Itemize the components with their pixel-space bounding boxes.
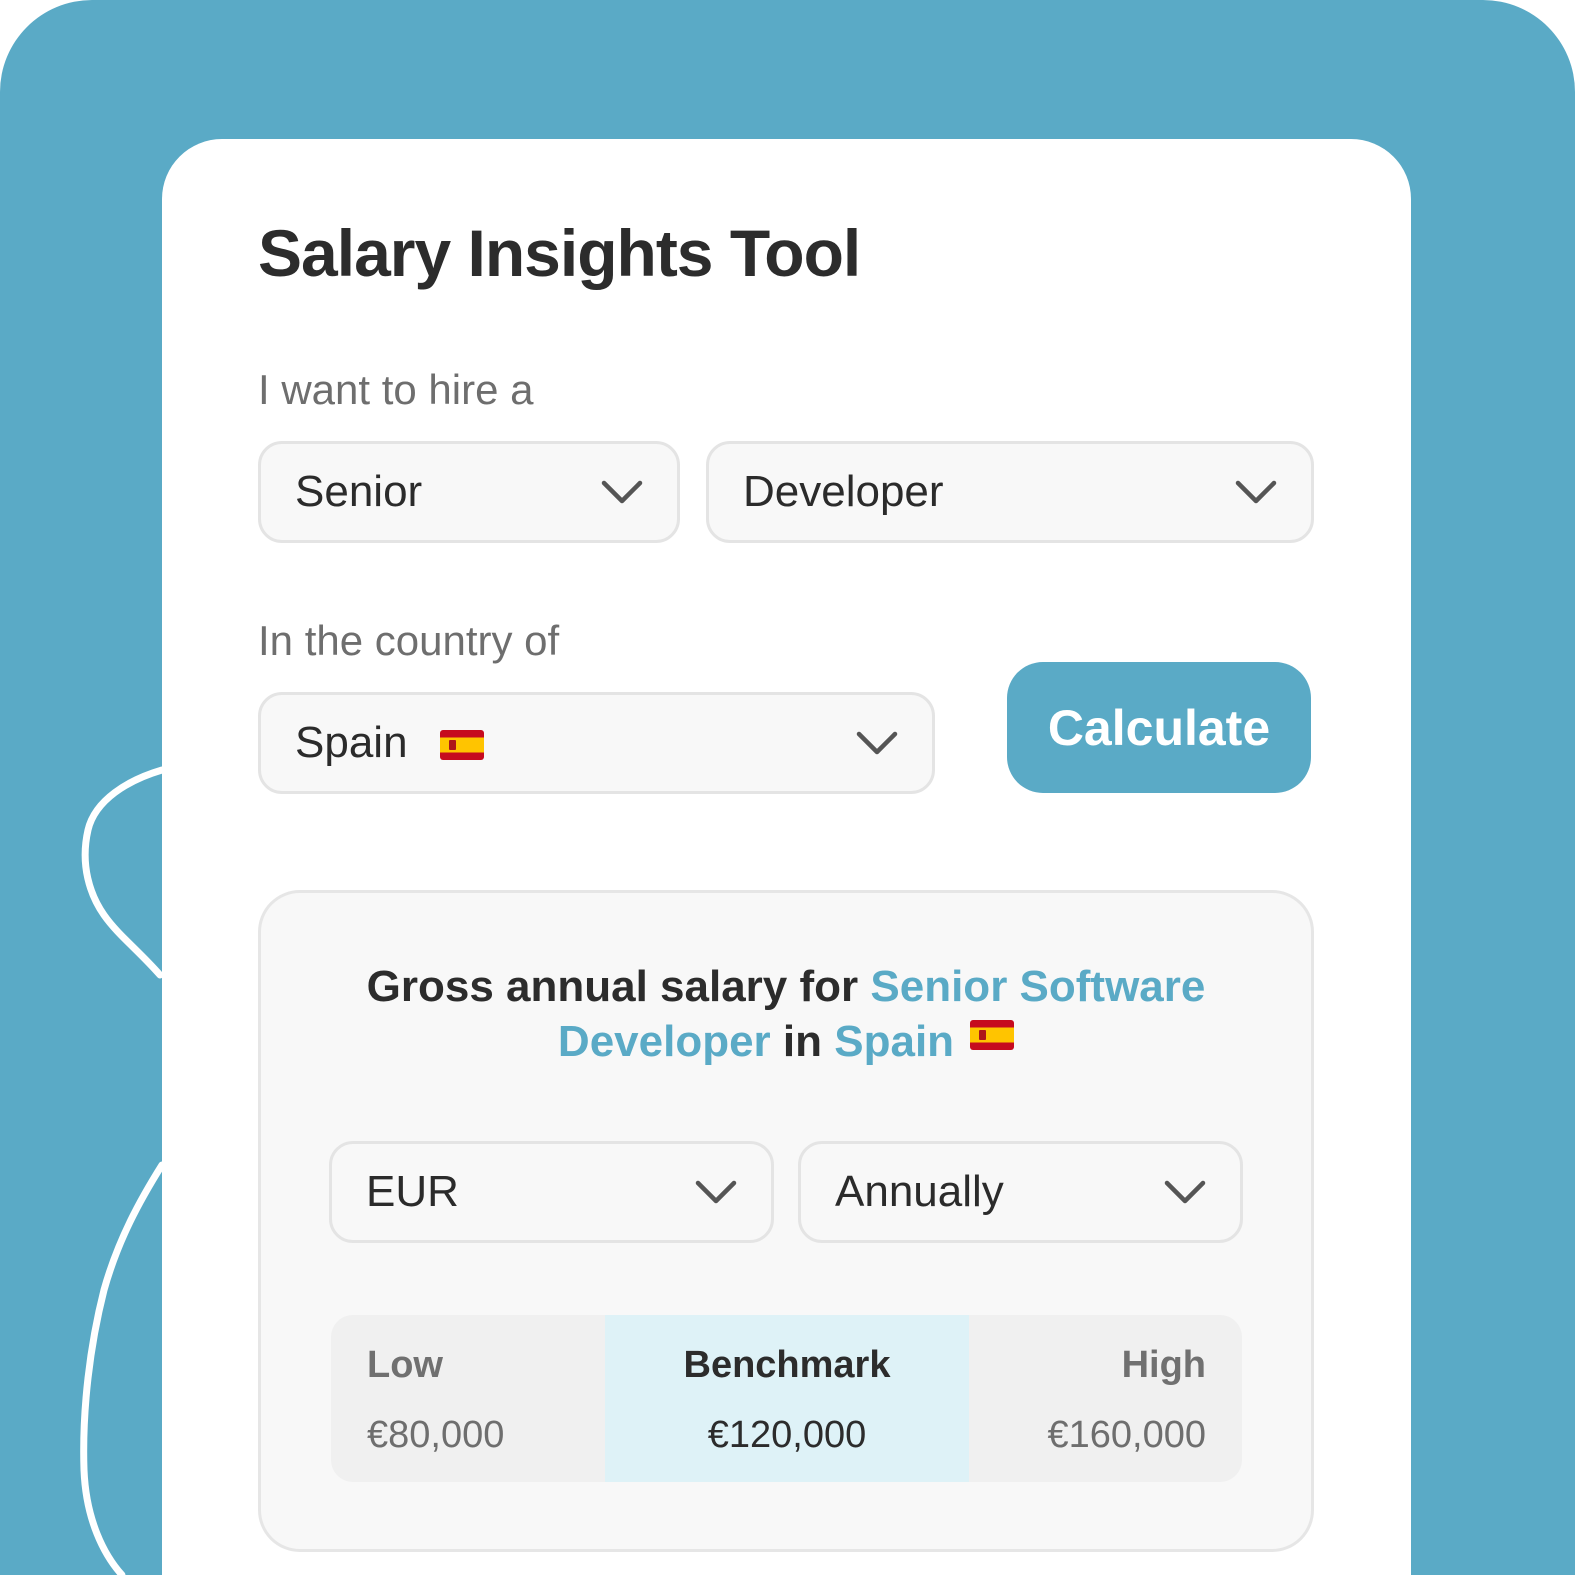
chevron-down-icon [695,1180,737,1204]
period-select[interactable]: Annually [798,1141,1243,1243]
country-select[interactable]: Spain [258,692,935,794]
seniority-select[interactable]: Senior [258,441,680,543]
calculate-button[interactable]: Calculate [1007,662,1311,793]
salary-low-label: Low [367,1344,443,1386]
salary-high-value: €160,000 [1047,1414,1207,1456]
salary-low-column: Low €80,000 [331,1315,605,1482]
spain-flag-icon [439,730,484,761]
chevron-down-icon [601,480,643,504]
salary-benchmark-value: €120,000 [707,1414,867,1456]
results-heading-country: Spain [834,1017,955,1066]
salary-benchmark-column: Benchmark €120,000 [605,1315,969,1482]
spain-flag-icon [970,1020,1015,1050]
results-heading-in: in [782,1017,823,1066]
salary-low-value: €80,000 [367,1414,505,1456]
chevron-down-icon [1164,1180,1206,1204]
role-select[interactable]: Developer [706,441,1314,543]
hire-label: I want to hire a [258,366,534,413]
chevron-down-icon [1235,480,1277,504]
role-select-value: Developer [743,467,944,516]
results-panel: Gross annual salary for Senior Software … [258,890,1314,1552]
results-heading-prefix: Gross annual salary for [366,962,859,1011]
country-label: In the country of [258,617,560,664]
app-background: Salary Insights Tool I want to hire a Se… [0,0,1575,1575]
salary-benchmark-label: Benchmark [683,1344,891,1386]
chevron-down-icon [856,731,898,755]
currency-select-value: EUR [366,1167,459,1216]
seniority-select-value: Senior [295,467,423,516]
salary-high-column: High €160,000 [969,1315,1242,1482]
salary-range-table: Low €80,000 Benchmark €120,000 High €160… [331,1315,1242,1482]
salary-tool-card: Salary Insights Tool I want to hire a Se… [162,139,1411,1575]
country-select-field: Spain [295,718,854,768]
salary-high-label: High [1121,1344,1206,1386]
results-heading: Gross annual salary for Senior Software … [301,959,1271,1069]
page-title: Salary Insights Tool [258,216,861,290]
country-select-value: Spain [295,718,408,767]
currency-select[interactable]: EUR [329,1141,774,1243]
period-select-value: Annually [835,1167,1004,1216]
